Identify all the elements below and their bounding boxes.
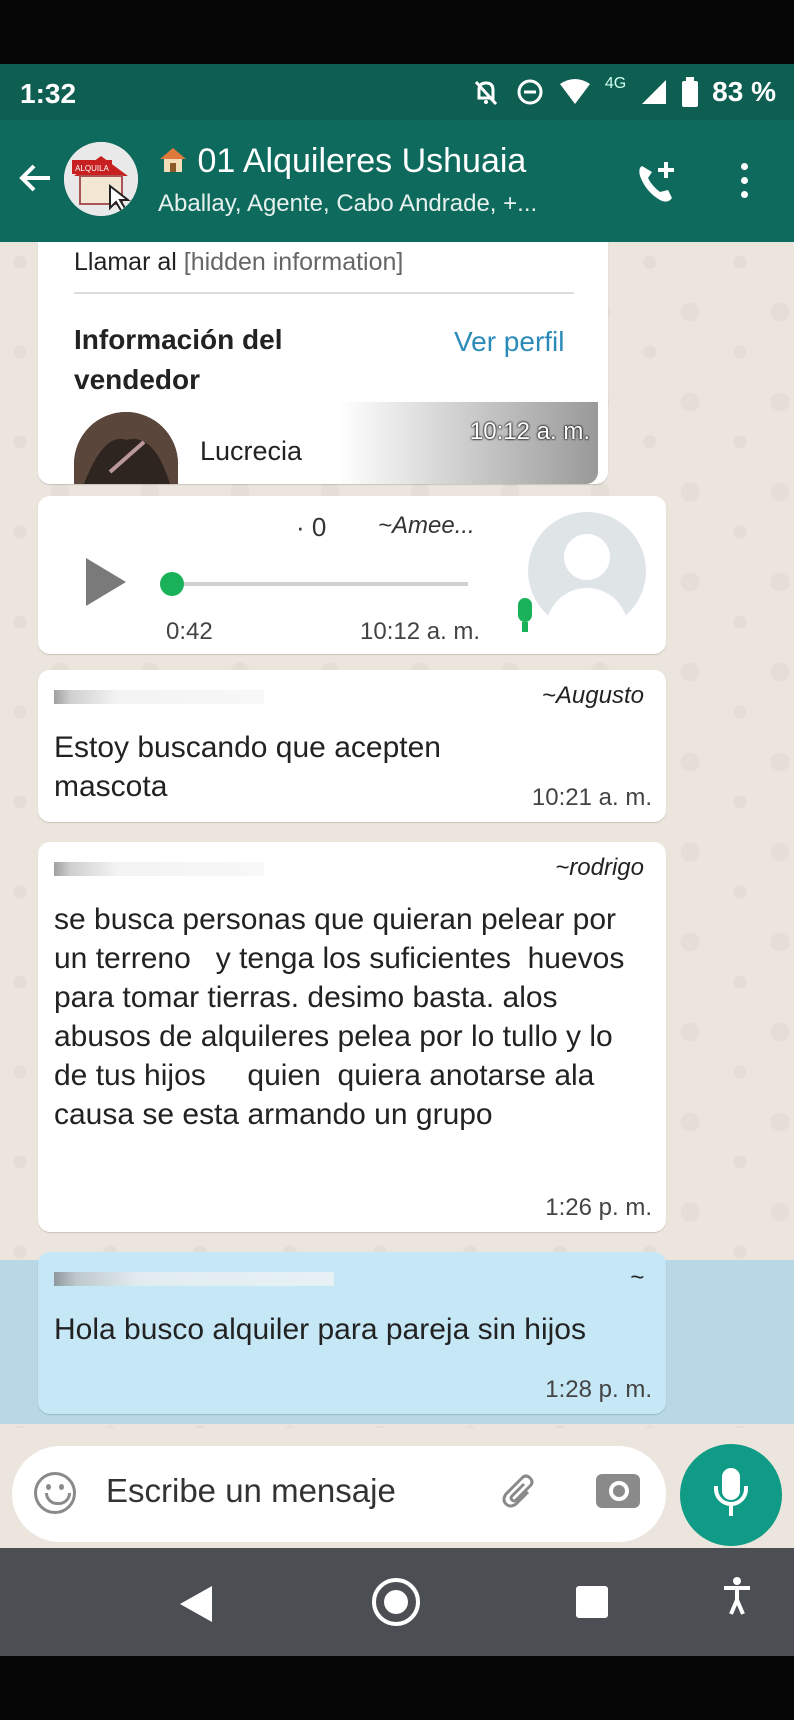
chat-header: ALQUILA 01 Alquileres Ushuaia Aballay, A…	[0, 120, 794, 242]
status-time: 1:32	[20, 78, 77, 109]
view-profile-link[interactable]: Ver perfil	[454, 326, 565, 358]
battery-icon	[682, 77, 699, 107]
message-input-bar: Escribe un mensaje	[0, 1428, 794, 1548]
house-icon	[158, 142, 197, 180]
nav-home-icon[interactable]	[372, 1578, 420, 1626]
call-hidden-number: [hidden information]	[183, 248, 404, 276]
message-text: Hola busco alquiler para pareja sin hijo…	[54, 1313, 586, 1346]
sender-name: ~Amee...	[378, 512, 475, 539]
message-time: 1:26 p. m.	[545, 1194, 652, 1221]
message-time: 1:28 p. m.	[545, 1376, 652, 1403]
wifi-icon	[559, 78, 591, 106]
add-call-icon[interactable]	[630, 156, 686, 212]
message-time: 10:12 a. m.	[469, 418, 590, 445]
message-field[interactable]: Escribe un mensaje	[12, 1446, 666, 1542]
network-type: 4G	[604, 75, 627, 92]
chat-area[interactable]: Llamar al [hidden information] Informaci…	[0, 242, 794, 1428]
blurred-phone	[54, 1272, 334, 1286]
message-time: 10:12 a. m.	[360, 618, 481, 645]
emoji-icon[interactable]	[34, 1472, 76, 1514]
seller-photo	[74, 412, 178, 484]
mic-icon	[518, 598, 532, 632]
voice-note-message[interactable]: · 0 ~Amee... 0:42 10:12 a. m.	[38, 496, 666, 654]
sender-name: ~	[629, 1264, 644, 1291]
bottom-letterbox	[0, 1656, 794, 1720]
contact-card-message[interactable]: Llamar al [hidden information] Informaci…	[38, 242, 608, 484]
status-bar: 1:32 4G 83 %	[0, 64, 794, 128]
message-text: Estoy buscando que acepten mascota	[54, 731, 441, 803]
blurred-phone	[54, 862, 264, 876]
audio-duration: 0:42	[166, 618, 213, 645]
blurred-phone	[54, 690, 264, 704]
call-label: Llamar al	[74, 248, 177, 276]
group-avatar[interactable]: ALQUILA	[64, 142, 138, 216]
accessibility-icon[interactable]	[722, 1576, 752, 1625]
avatar-sign-text: ALQUILA	[75, 164, 109, 173]
chat-message[interactable]: ~rodrigo se busca personas que quieran p…	[38, 842, 666, 1232]
notifications-off-icon	[471, 77, 501, 107]
group-title[interactable]: 01 Alquileres Ushuaia	[158, 142, 526, 181]
nav-back-icon[interactable]	[180, 1586, 212, 1622]
call-line[interactable]: Llamar al [hidden information]	[74, 248, 403, 277]
status-icons: 4G 83 %	[471, 75, 776, 108]
sender-name: ~rodrigo	[555, 854, 644, 881]
group-members: Aballay, Agente, Cabo Andrade, +...	[158, 190, 538, 217]
battery-percent: 83 %	[712, 76, 776, 107]
seller-name: Lucrecia	[200, 436, 303, 466]
divider	[74, 292, 574, 294]
voice-note-marker: · 0	[296, 512, 327, 542]
chat-message[interactable]: ~Augusto Estoy buscando que acepten masc…	[38, 670, 666, 822]
back-arrow-icon[interactable]	[16, 158, 56, 208]
signal-icon	[640, 78, 668, 106]
group-title-text: 01 Alquileres Ushuaia	[197, 142, 527, 180]
nav-recents-icon[interactable]	[576, 1586, 608, 1618]
sender-avatar[interactable]	[528, 512, 646, 630]
voice-record-button[interactable]	[680, 1444, 782, 1546]
do-not-disturb-icon	[515, 77, 545, 107]
play-icon[interactable]	[86, 558, 126, 606]
sender-name: ~Augusto	[541, 682, 644, 709]
system-nav-bar	[0, 1548, 794, 1656]
audio-seek-handle[interactable]	[160, 572, 184, 596]
chat-message-selected[interactable]: ~ Hola busco alquiler para pareja sin hi…	[38, 1252, 666, 1414]
message-placeholder[interactable]: Escribe un mensaje	[106, 1472, 396, 1510]
audio-progress-track[interactable]	[166, 582, 468, 586]
attach-icon[interactable]	[500, 1472, 540, 1521]
message-time: 10:21 a. m.	[531, 784, 652, 811]
top-letterbox	[0, 0, 794, 64]
more-options-icon[interactable]	[732, 158, 756, 210]
camera-icon[interactable]	[596, 1474, 640, 1508]
seller-info-heading: Información del vendedor	[74, 324, 283, 395]
message-text: se busca personas que quieran pelear por…	[54, 903, 633, 1131]
